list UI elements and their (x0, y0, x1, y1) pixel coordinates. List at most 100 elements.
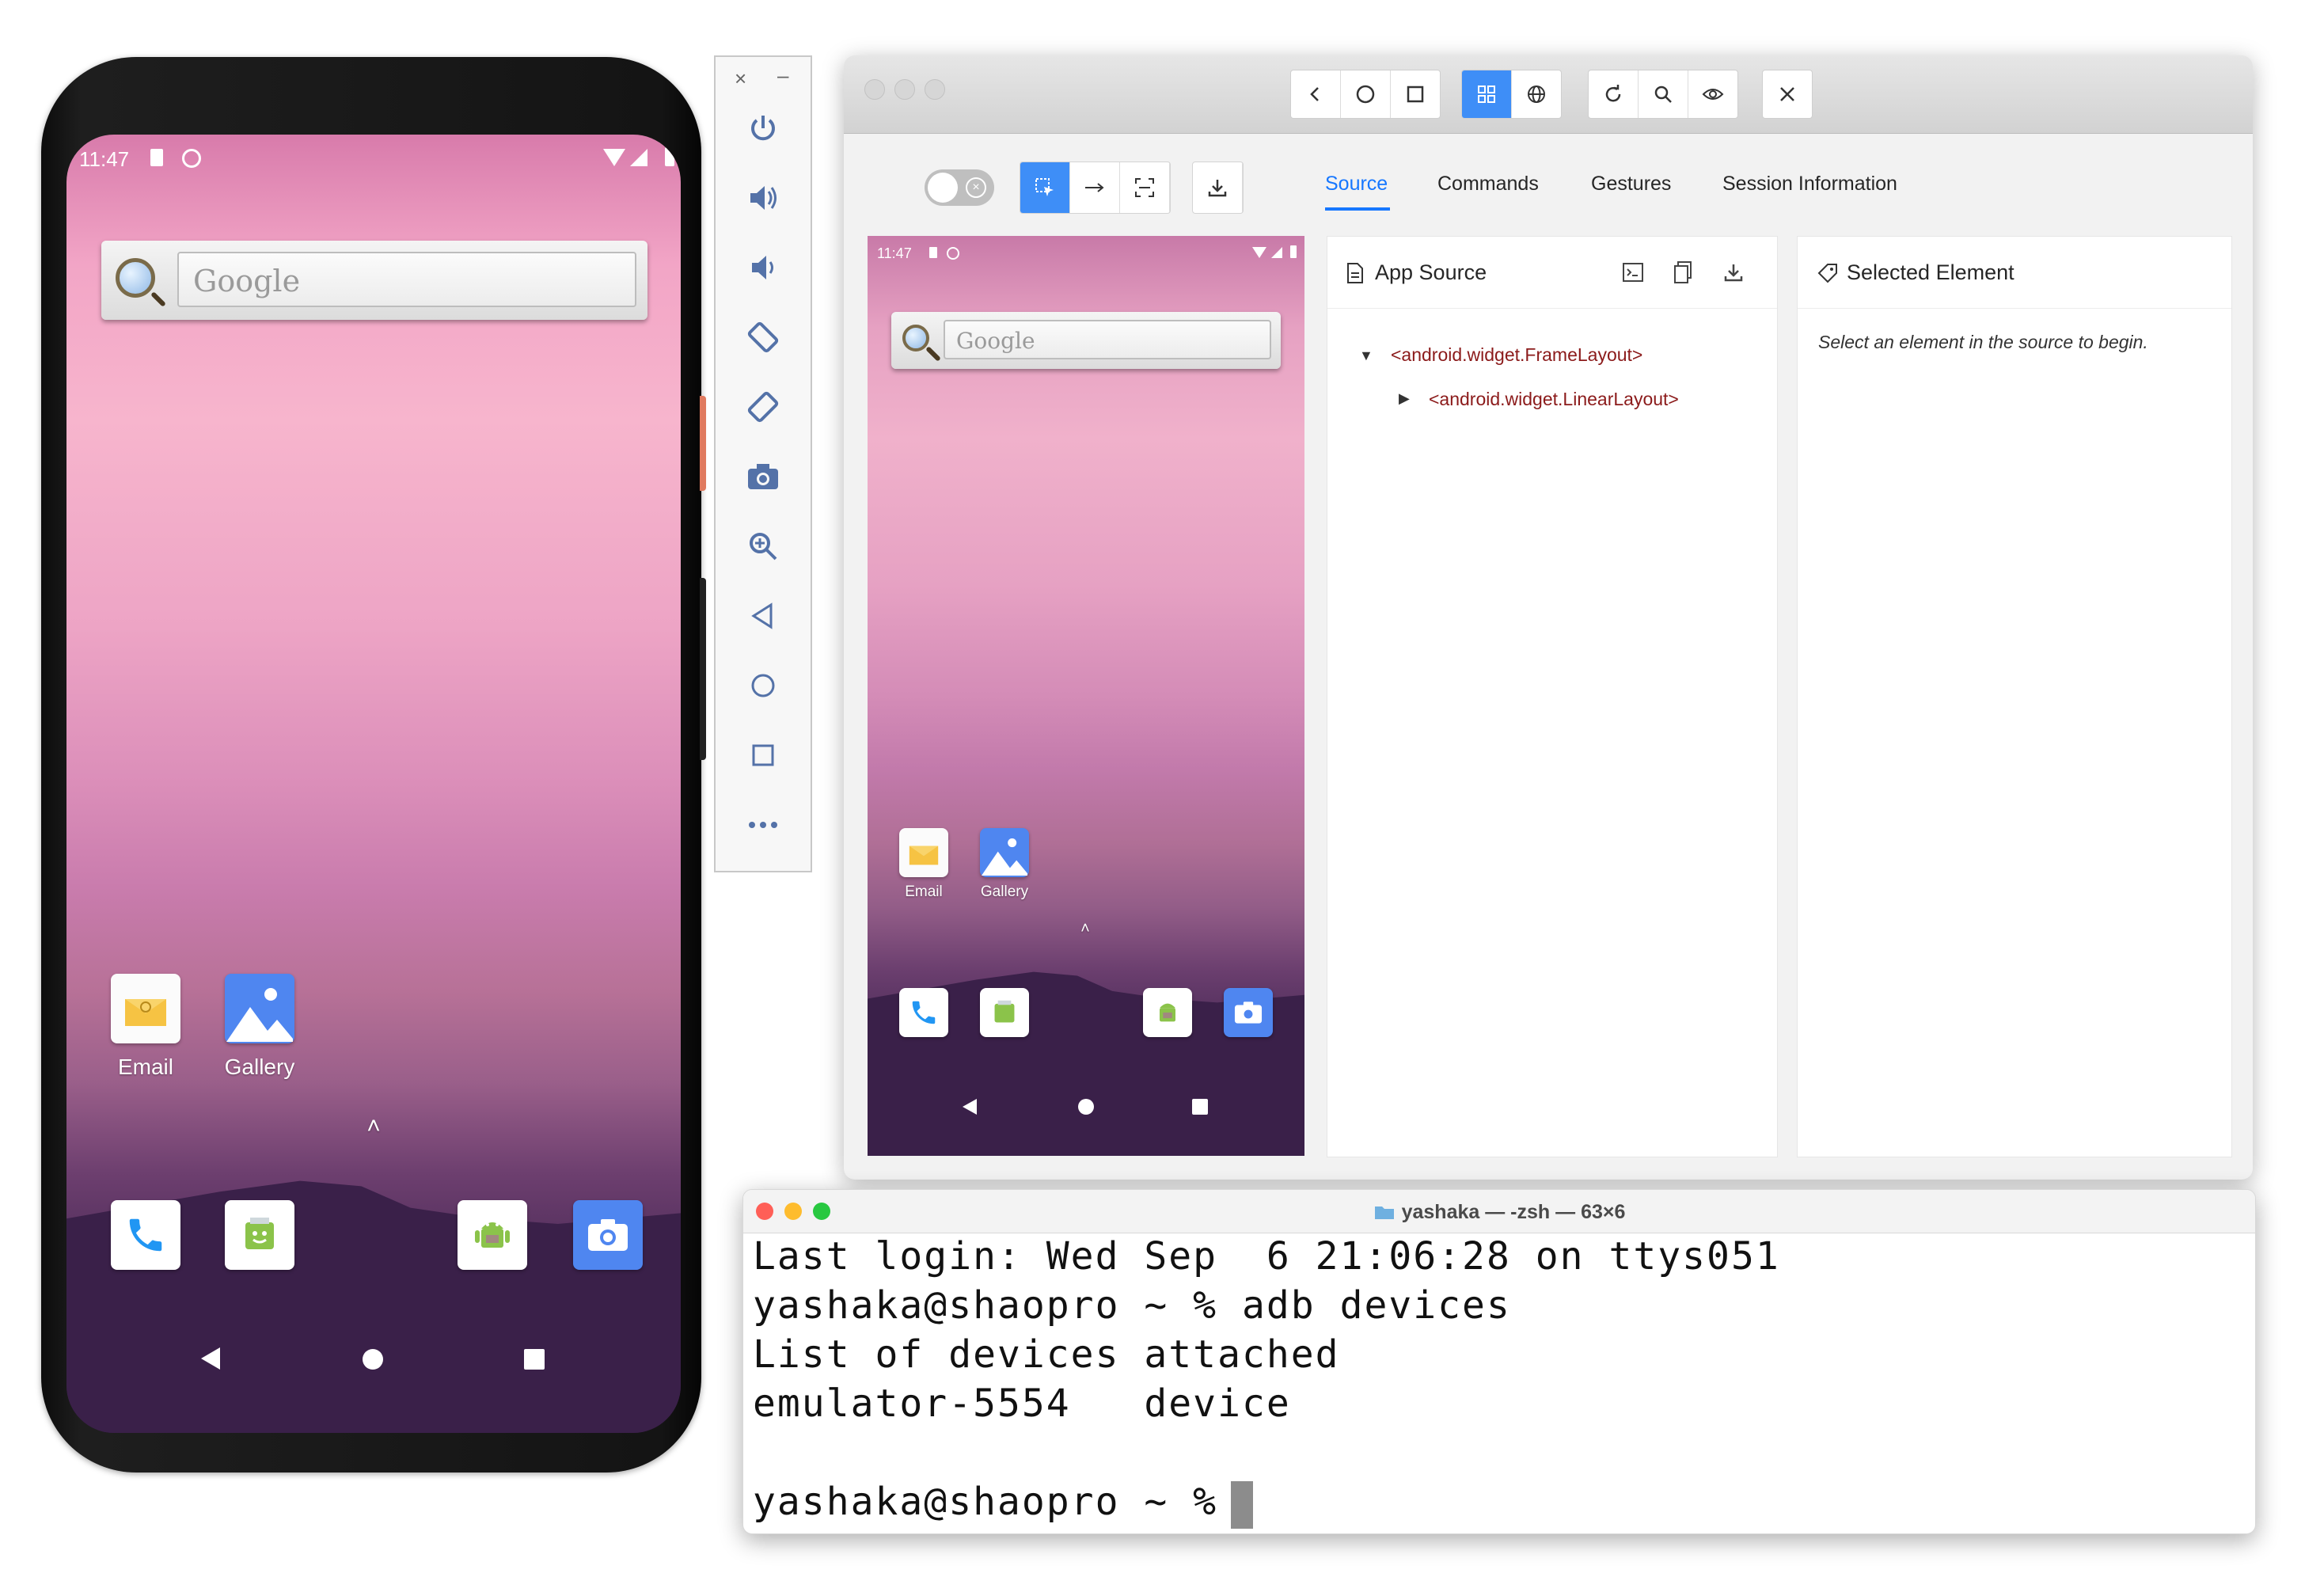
messaging-app-icon[interactable] (225, 1200, 294, 1270)
home-button[interactable] (1341, 70, 1391, 118)
search-field[interactable]: Google (177, 252, 636, 307)
app-switch-button[interactable] (1391, 70, 1440, 118)
tree-node-framelayout[interactable]: <android.widget.FrameLayout> (1391, 344, 1642, 366)
search-button[interactable] (1639, 70, 1688, 118)
power-key[interactable] (700, 578, 706, 760)
terminal-line: Last login: Wed Sep 6 21:06:28 on ttys05… (753, 1234, 1780, 1279)
terminal-prompt[interactable]: yashaka@shaopro ~ % (753, 1480, 1242, 1524)
messaging-icon (994, 1000, 1015, 1023)
grid-icon (1478, 86, 1495, 103)
terminal-icon[interactable] (1622, 262, 1644, 283)
mountains-icon (982, 838, 1027, 876)
app-drawer-arrow[interactable]: ˄ (1065, 920, 1105, 938)
magnifier-icon (116, 258, 155, 298)
status-time: 11:47 (877, 245, 912, 261)
overview-button[interactable] (716, 730, 811, 781)
tab-commands[interactable]: Commands (1437, 173, 1539, 196)
terminal-line: List of devices attached (753, 1332, 1340, 1377)
circle-icon (1356, 85, 1375, 104)
close-icon[interactable]: × (735, 66, 746, 91)
volume-down-button[interactable] (716, 242, 811, 293)
app-source-title: App Source (1375, 260, 1487, 284)
rotate-right-button[interactable] (716, 382, 811, 432)
android-app-icon[interactable] (1143, 988, 1192, 1037)
download-icon[interactable] (1723, 262, 1744, 283)
file-icon (1347, 263, 1363, 283)
tab-session-information[interactable]: Session Information (1722, 173, 1897, 196)
back-button[interactable] (716, 591, 811, 641)
globe-icon (1528, 86, 1545, 103)
screenshot-button[interactable] (716, 451, 811, 502)
phone-screen[interactable]: 11:47 Google Email Gallery ˄ (66, 135, 681, 1433)
volume-up-button[interactable] (716, 173, 811, 223)
tap-coordinates-button[interactable] (1120, 162, 1170, 213)
zoom-button[interactable] (716, 521, 811, 572)
quit-session-button[interactable] (1763, 70, 1812, 118)
phone-app-icon[interactable] (899, 988, 948, 1037)
back-nav-icon[interactable] (201, 1347, 220, 1370)
tree-node-linearlayout[interactable]: <android.widget.LinearLayout> (1429, 389, 1679, 410)
camera-icon (748, 464, 778, 489)
email-label: Email (905, 884, 943, 900)
camera-app-icon[interactable] (573, 1200, 643, 1270)
overview-square-icon (752, 744, 774, 766)
square-icon (1407, 86, 1424, 103)
messaging-app-icon[interactable] (980, 988, 1029, 1037)
battery-icon (665, 147, 674, 166)
gallery-app-icon[interactable] (225, 974, 294, 1043)
rotate-left-button[interactable] (716, 312, 811, 363)
inspector-window: × Source Commands Gestures Session Infor… (844, 55, 2253, 1180)
recents-nav-icon[interactable] (524, 1349, 545, 1370)
email-app-icon[interactable] (899, 828, 948, 877)
gallery-app-icon[interactable] (980, 828, 1029, 877)
magnifier-icon (902, 325, 929, 352)
minimize-window-button[interactable] (894, 79, 915, 100)
home-nav-icon[interactable] (1078, 1099, 1094, 1115)
power-icon (751, 116, 775, 141)
close-window-button[interactable] (864, 79, 885, 100)
web-mode-button[interactable] (1512, 70, 1561, 118)
zoom-window-button[interactable] (925, 79, 945, 100)
collapsed-caret-icon[interactable]: ▶ (1399, 390, 1410, 407)
download-screenshot-button[interactable] (1193, 162, 1243, 213)
selected-element-title: Selected Element (1847, 260, 2015, 284)
refresh-button[interactable] (1589, 70, 1639, 118)
expanded-caret-icon[interactable]: ▼ (1359, 348, 1373, 364)
google-search-widget[interactable]: Google (891, 312, 1281, 369)
home-nav-icon[interactable] (363, 1349, 383, 1370)
search-field[interactable]: Google (944, 320, 1271, 359)
eye-icon (1702, 89, 1724, 100)
power-button[interactable] (716, 103, 811, 154)
back-nav-icon[interactable] (963, 1099, 977, 1115)
show-element-handles-toggle[interactable]: × (925, 169, 994, 206)
email-app-icon[interactable] (111, 974, 180, 1043)
home-button[interactable] (716, 660, 811, 711)
google-search-widget[interactable]: Google (101, 241, 647, 320)
chevron-left-icon (1310, 87, 1319, 101)
volume-key[interactable] (700, 396, 706, 491)
back-button[interactable] (1291, 70, 1341, 118)
app-drawer-arrow[interactable]: ˄ (336, 1113, 412, 1140)
envelope-icon (125, 999, 166, 1026)
search-icon (1654, 86, 1672, 103)
native-app-mode-button[interactable] (1462, 70, 1512, 118)
camera-app-icon[interactable] (1224, 988, 1273, 1037)
swipe-button[interactable] (1070, 162, 1120, 213)
close-circle-icon: × (966, 177, 986, 198)
device-screenshot[interactable]: 11:47 Google Email Gallery ˄ (868, 236, 1304, 1156)
android-app-icon[interactable] (458, 1200, 527, 1270)
phone-icon (129, 1218, 162, 1252)
select-elements-button[interactable] (1020, 162, 1070, 213)
copy-icon[interactable] (1673, 260, 1693, 284)
tab-source[interactable]: Source (1325, 173, 1388, 196)
minimize-icon[interactable]: – (777, 63, 788, 88)
phone-app-icon[interactable] (111, 1200, 180, 1270)
recorder-button[interactable] (1688, 70, 1737, 118)
sync-icon (947, 247, 959, 260)
tab-gestures[interactable]: Gestures (1591, 173, 1671, 196)
email-label: Email (117, 1054, 173, 1079)
recents-nav-icon[interactable] (1192, 1099, 1208, 1115)
more-button[interactable] (716, 800, 811, 850)
active-tab-indicator (1325, 207, 1390, 211)
download-icon (1208, 180, 1227, 197)
